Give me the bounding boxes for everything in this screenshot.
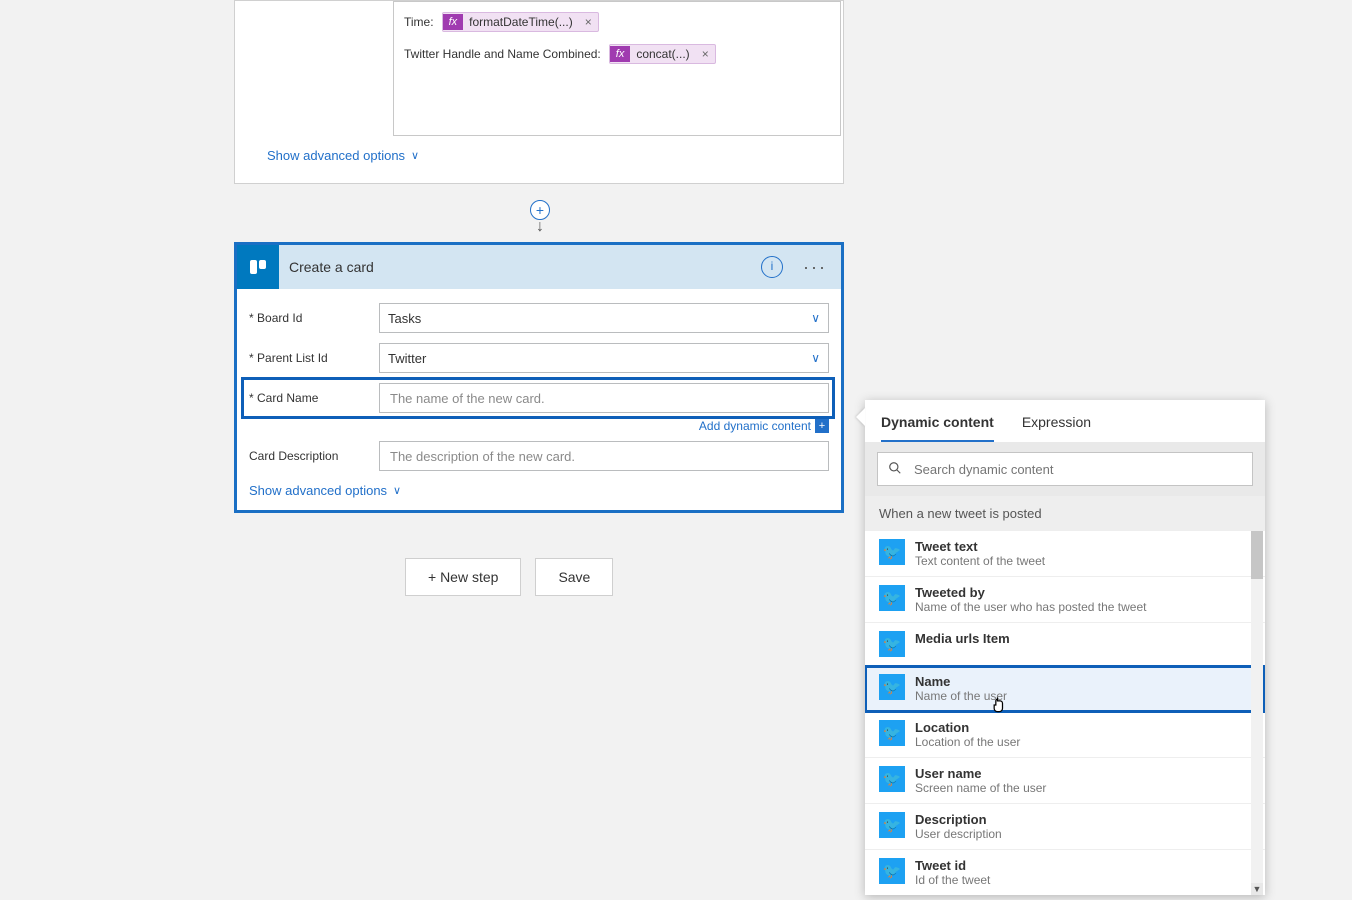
action-header[interactable]: Create a card i ··· (237, 245, 841, 289)
scrollbar-thumb[interactable] (1251, 531, 1263, 579)
combined-label: Twitter Handle and Name Combined: (404, 47, 601, 61)
dynamic-item-tweet-text[interactable]: 🐦 Tweet textText content of the tweet (865, 531, 1265, 577)
twitter-icon: 🐦 (879, 585, 905, 611)
search-input[interactable] (877, 452, 1253, 486)
dynamic-item-tweeted-by[interactable]: 🐦 Tweeted byName of the user who has pos… (865, 577, 1265, 623)
trello-icon (237, 245, 279, 289)
board-id-select[interactable]: Tasks ∨ (379, 303, 829, 333)
board-id-label: * Board Id (249, 311, 379, 325)
dynamic-content-panel: Dynamic content Expression When a new tw… (865, 400, 1265, 895)
action-title: Create a card (289, 259, 751, 275)
chip-remove-icon[interactable]: × (579, 13, 598, 31)
format-datetime-chip[interactable]: fx formatDateTime(...) × (442, 12, 599, 32)
time-label: Time: (404, 15, 434, 29)
twitter-icon: 🐦 (879, 812, 905, 838)
expression-field-box[interactable]: Time: fx formatDateTime(...) × Twitter H… (393, 1, 841, 136)
info-icon[interactable]: i (761, 256, 783, 278)
card-description-label: Card Description (249, 449, 379, 463)
fx-icon: fx (610, 46, 631, 62)
new-step-button[interactable]: + New step (405, 558, 521, 596)
plus-icon: + (815, 419, 829, 433)
dynamic-item-media-urls[interactable]: 🐦 Media urls Item (865, 623, 1265, 666)
add-step-inline-button[interactable]: + (530, 200, 550, 220)
dynamic-item-location[interactable]: 🐦 LocationLocation of the user (865, 712, 1265, 758)
chevron-down-icon: ∨ (811, 311, 820, 325)
dynamic-item-name[interactable]: 🐦 NameName of the user (865, 666, 1265, 712)
arrow-down-icon: ↓ (528, 219, 552, 235)
dynamic-item-user-name[interactable]: 🐦 User nameScreen name of the user (865, 758, 1265, 804)
dynamic-section-header: When a new tweet is posted (865, 496, 1265, 531)
show-advanced-options-link[interactable]: Show advanced options ∨ (251, 136, 827, 163)
tab-expression[interactable]: Expression (1022, 414, 1091, 442)
parent-list-id-select[interactable]: Twitter ∨ (379, 343, 829, 373)
parent-list-id-label: * Parent List Id (249, 351, 379, 365)
add-dynamic-content-link[interactable]: Add dynamic content + (249, 419, 829, 433)
fx-icon: fx (443, 14, 464, 30)
concat-chip[interactable]: fx concat(...) × (609, 44, 716, 64)
tab-dynamic-content[interactable]: Dynamic content (881, 414, 994, 442)
dynamic-items-list: 🐦 Tweet textText content of the tweet 🐦 … (865, 531, 1265, 895)
chevron-down-icon: ∨ (411, 149, 419, 162)
card-description-input[interactable] (379, 441, 829, 471)
twitter-icon: 🐦 (879, 766, 905, 792)
search-icon (888, 461, 902, 478)
show-advanced-options-link[interactable]: Show advanced options ∨ (249, 481, 829, 498)
chip-remove-icon[interactable]: × (696, 45, 715, 63)
card-name-input[interactable] (379, 383, 829, 413)
flow-connector: + ↓ (528, 200, 552, 235)
twitter-icon: 🐦 (879, 539, 905, 565)
save-button[interactable]: Save (535, 558, 613, 596)
twitter-icon: 🐦 (879, 674, 905, 700)
twitter-icon: 🐦 (879, 631, 905, 657)
scroll-down-arrow-icon[interactable]: ▼ (1251, 883, 1263, 895)
dynamic-item-tweet-id[interactable]: 🐦 Tweet idId of the tweet (865, 850, 1265, 895)
twitter-icon: 🐦 (879, 858, 905, 884)
chevron-down-icon: ∨ (393, 484, 401, 497)
twitter-icon: 🐦 (879, 720, 905, 746)
dynamic-item-description[interactable]: 🐦 DescriptionUser description (865, 804, 1265, 850)
popup-pointer (856, 408, 865, 426)
more-menu-icon[interactable]: ··· (799, 257, 831, 278)
chevron-down-icon: ∨ (811, 351, 820, 365)
scrollbar[interactable] (1251, 531, 1263, 895)
create-a-card-action: Create a card i ··· * Board Id Tasks ∨ *… (234, 242, 844, 513)
previous-action-card: Time: fx formatDateTime(...) × Twitter H… (234, 0, 844, 184)
